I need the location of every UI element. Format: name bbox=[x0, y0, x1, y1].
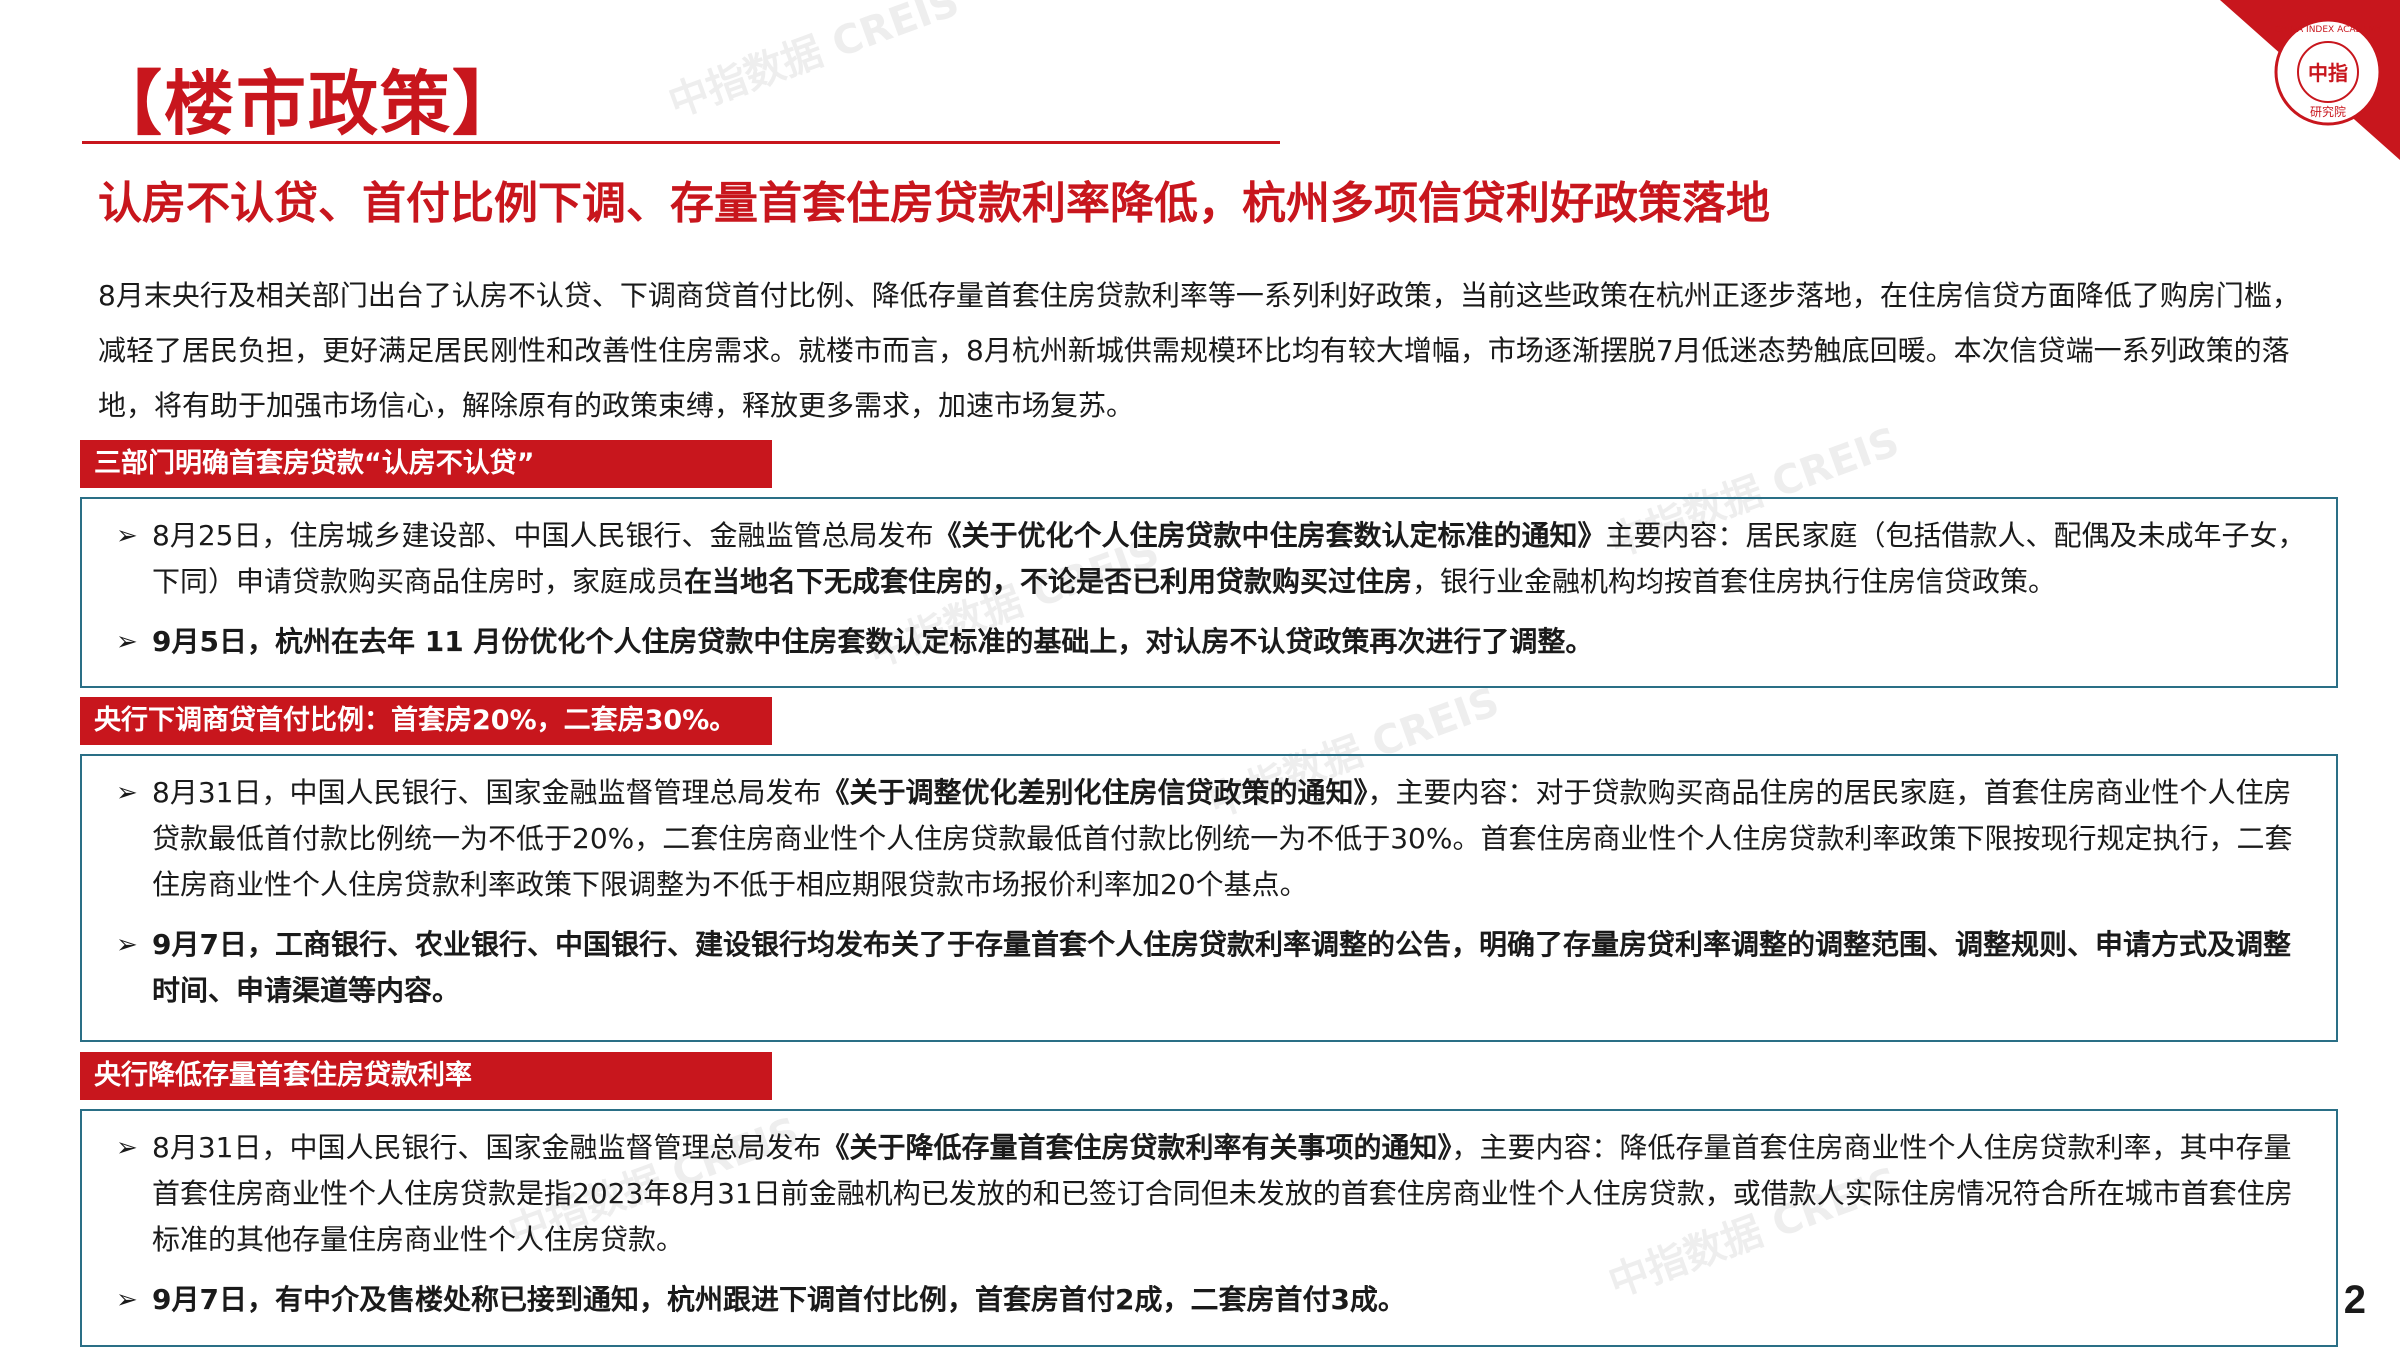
page-title: 【楼市政策】 bbox=[92, 63, 524, 145]
bold-text-run: 9月5日，杭州在去年 11 月份优化个人住房贷款中住房套数认定标准的基础上，对认… bbox=[152, 625, 1594, 658]
chevron-right-icon: ➢ bbox=[116, 627, 138, 657]
bold-text-run: 在当地名下无成套住房的，不论是否已利用贷款购买过住房 bbox=[684, 565, 1413, 598]
bold-text-run: 9月7日，工商银行、农业银行、中国银行、建设银行均发布关了于存量首套个人住房贷款… bbox=[152, 928, 2291, 1007]
section-label: 央行下调商贷首付比例：首套房20%，二套房30%。 bbox=[80, 697, 772, 745]
chevron-right-icon: ➢ bbox=[116, 778, 138, 808]
item-text: 9月5日，杭州在去年 11 月份优化个人住房贷款中住房套数认定标准的基础上，对认… bbox=[152, 625, 1593, 658]
title-underline bbox=[82, 141, 1280, 144]
item-text: 8月31日，中国人民银行、国家金融监督管理总局发布《关于降低存量首套住房贷款利率… bbox=[152, 1131, 2293, 1256]
logo-ring-text: CHINA INDEX ACADEMY bbox=[2275, 25, 2382, 35]
section-box: ➢ 8月31日，中国人民银行、国家金融监督管理总局发布《关于调整优化差别化住房信贷… bbox=[80, 754, 2338, 1042]
text-run: ，银行业金融机构均按首套住房执行住房信贷政策。 bbox=[1412, 565, 2057, 598]
item-text: 9月7日，有中介及售楼处称已接到通知，杭州跟进下调首付比例，首套房首付2成，二套… bbox=[152, 1283, 1406, 1316]
section-label: 央行降低存量首套住房贷款利率 bbox=[80, 1052, 772, 1100]
headline: 认房不认贷、首付比例下调、存量首套住房贷款利率降低，杭州多项信贷利好政策落地 bbox=[98, 178, 1770, 229]
item-text: 9月7日，工商银行、农业银行、中国银行、建设银行均发布关了于存量首套个人住房贷款… bbox=[152, 928, 2291, 1007]
page-number: 2 bbox=[2343, 1278, 2366, 1322]
section-box: ➢ 8月25日，住房城乡建设部、中国人民银行、金融监管总局发布《关于优化个人住房贷… bbox=[80, 497, 2338, 688]
section-box: ➢ 8月31日，中国人民银行、国家金融监督管理总局发布《关于降低存量首套住房贷款利… bbox=[80, 1109, 2338, 1347]
intro-paragraph: 8月末央行及相关部门出台了认房不认贷、下调商贷首付比例、降低存量首套住房贷款利率… bbox=[98, 279, 2300, 422]
bullet-item: ➢ 8月31日，中国人民银行、国家金融监督管理总局发布《关于降低存量首套住房贷款利… bbox=[100, 1125, 2318, 1263]
text-run: 8月25日，住房城乡建设部、中国人民银行、金融监管总局发布 bbox=[152, 519, 934, 552]
chevron-right-icon: ➢ bbox=[116, 930, 138, 960]
bullet-item: ➢ 9月5日，杭州在去年 11 月份优化个人住房贷款中住房套数认定标准的基础上，对… bbox=[100, 619, 2318, 665]
section-label: 三部门明确首套房贷款“认房不认贷” bbox=[80, 440, 772, 488]
bold-text-run: 《关于调整优化差别化住房信贷政策的通知》 bbox=[821, 776, 1368, 809]
bullet-item: ➢ 9月7日，有中介及售楼处称已接到通知，杭州跟进下调首付比例，首套房首付2成，二… bbox=[100, 1277, 2318, 1323]
logo-bottom-text: 研究院 bbox=[2310, 104, 2346, 119]
bold-text-run: 9月7日，有中介及售楼处称已接到通知，杭州跟进下调首付比例，首套房首付2成，二套… bbox=[152, 1283, 1406, 1316]
text-run: 8月31日，中国人民银行、国家金融监督管理总局发布 bbox=[152, 776, 822, 809]
watermark: 中指数据 CREIS bbox=[662, 0, 966, 127]
bold-text-run: 《关于降低存量首套住房贷款利率有关事项的通知》 bbox=[821, 1131, 1452, 1164]
bullet-item: ➢ 8月25日，住房城乡建设部、中国人民银行、金融监管总局发布《关于优化个人住房贷… bbox=[100, 513, 2318, 605]
logo-center-text: 中指 bbox=[2308, 61, 2348, 85]
bold-text-run: 《关于优化个人住房贷款中住房套数认定标准的通知》 bbox=[933, 519, 1606, 552]
bullet-item: ➢ 8月31日，中国人民银行、国家金融监督管理总局发布《关于调整优化差别化住房信贷… bbox=[100, 770, 2318, 908]
chevron-right-icon: ➢ bbox=[116, 521, 138, 551]
chevron-right-icon: ➢ bbox=[116, 1285, 138, 1315]
text-run: 8月31日，中国人民银行、国家金融监督管理总局发布 bbox=[152, 1131, 822, 1164]
bullet-item: ➢ 9月7日，工商银行、农业银行、中国银行、建设银行均发布关了于存量首套个人住房贷… bbox=[100, 922, 2318, 1014]
item-text: 8月25日，住房城乡建设部、中国人民银行、金融监管总局发布《关于优化个人住房贷款… bbox=[152, 519, 2305, 598]
item-text: 8月31日，中国人民银行、国家金融监督管理总局发布《关于调整优化差别化住房信贷政… bbox=[152, 776, 2292, 901]
academy-logo-icon: 中指 研究院 CHINA INDEX ACADEMY bbox=[2220, 0, 2400, 160]
chevron-right-icon: ➢ bbox=[116, 1133, 138, 1163]
